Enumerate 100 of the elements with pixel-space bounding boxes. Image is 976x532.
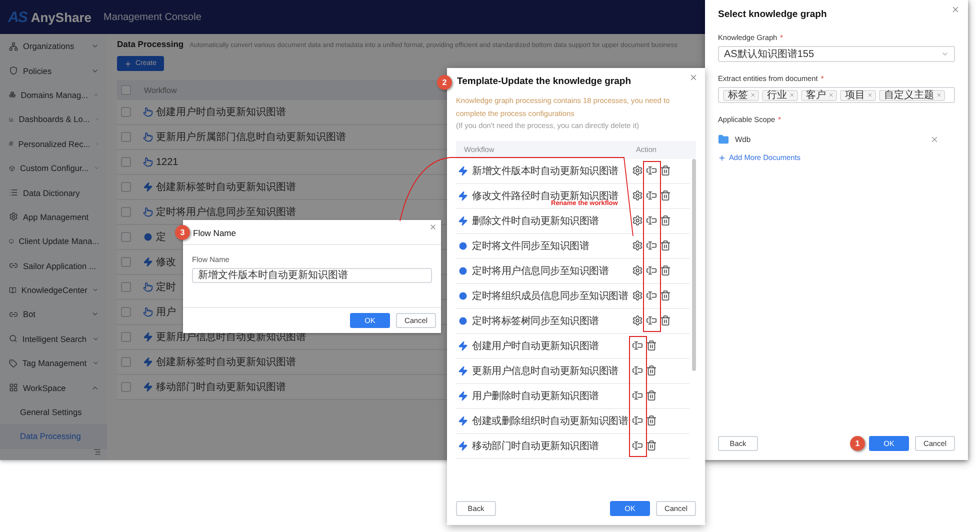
sidebar-item[interactable]: Data Dictionary <box>0 180 107 205</box>
close-button[interactable] <box>429 223 437 231</box>
delete-icon[interactable] <box>660 165 671 176</box>
sidebar-item[interactable]: Organizations <box>0 34 107 58</box>
sidebar-item[interactable]: Bot <box>0 302 107 327</box>
checkbox[interactable] <box>121 157 131 167</box>
shield-icon <box>9 66 18 76</box>
flow-name-input[interactable]: 新增文件版本时自动更新知识图谱 <box>192 268 432 283</box>
sidebar-item[interactable]: Intelligent Search <box>0 326 107 352</box>
delete-icon[interactable] <box>660 215 671 226</box>
workflow-name: 创建或删除组织时自动更新知识图谱 <box>472 414 630 428</box>
clock-icon <box>458 266 468 276</box>
checkbox[interactable] <box>121 357 131 367</box>
lightning-icon <box>458 166 468 176</box>
delete-icon[interactable] <box>646 365 657 376</box>
sidebar-item[interactable]: Policies <box>0 58 107 83</box>
sidebar-item[interactable]: Sailor Application ... <box>0 254 107 278</box>
folder-icon <box>718 134 729 145</box>
collapse-icon[interactable] <box>93 448 101 456</box>
rename-icon[interactable] <box>646 290 657 301</box>
lightning-icon <box>143 382 153 392</box>
checkbox[interactable] <box>121 107 131 117</box>
workflow-name: 删除文件时自动更新知识图谱 <box>472 214 600 228</box>
checkbox[interactable] <box>121 132 131 142</box>
remove-icon[interactable] <box>789 92 795 98</box>
sidebar-item[interactable]: Custom Configur... <box>0 156 107 180</box>
settings-icon[interactable] <box>632 215 643 226</box>
step-badge: 2 <box>437 75 452 90</box>
delete-icon[interactable] <box>660 240 671 251</box>
remove-icon[interactable] <box>867 92 873 98</box>
rename-icon[interactable] <box>646 265 657 276</box>
sidebar-item[interactable]: KnowledgeCenter <box>0 278 107 302</box>
delete-icon[interactable] <box>660 190 671 201</box>
rename-icon[interactable] <box>646 190 657 201</box>
page-title: Data Processing <box>117 39 184 49</box>
lightning-icon <box>458 216 468 226</box>
rename-icon[interactable] <box>646 240 657 251</box>
brand-name: AnyShare <box>30 10 92 24</box>
rename-icon[interactable] <box>632 365 643 376</box>
checkbox[interactable] <box>121 257 131 267</box>
clock-icon <box>458 240 468 250</box>
sidebar-subitem[interactable]: General Settings <box>0 400 107 424</box>
rename-icon[interactable] <box>632 415 643 426</box>
delete-icon[interactable] <box>646 440 657 451</box>
close-button[interactable] <box>951 5 960 14</box>
bar-chart-icon <box>9 114 14 124</box>
sidebar-item[interactable]: WorkSpace <box>0 375 107 400</box>
link-icon <box>9 310 18 319</box>
delete-icon[interactable] <box>646 390 657 401</box>
workflow-name: 更新用户信息时自动更新知识图谱 <box>472 364 620 378</box>
gear-icon <box>9 212 18 222</box>
delete-icon[interactable] <box>660 290 671 301</box>
rename-icon[interactable] <box>632 440 643 451</box>
remove-icon[interactable] <box>828 92 834 98</box>
brand-logo: AS <box>8 8 27 26</box>
rename-icon[interactable] <box>646 215 657 226</box>
sidebar-item[interactable]: App Management <box>0 204 107 230</box>
entity-tag-input[interactable]: 标签 行业 客户 项目 自定义主题 <box>718 87 955 103</box>
settings-icon[interactable] <box>632 290 643 301</box>
settings-icon[interactable] <box>632 315 643 326</box>
delete-icon[interactable] <box>646 415 657 426</box>
rename-icon[interactable] <box>632 390 643 401</box>
hand-pointer-icon <box>143 132 153 142</box>
settings-icon[interactable] <box>632 240 643 251</box>
lightning-icon <box>458 440 468 450</box>
delete-icon[interactable] <box>646 340 657 351</box>
sidebar-item[interactable]: Tag Management <box>0 351 107 376</box>
remove-icon[interactable] <box>750 92 756 98</box>
remove-icon[interactable] <box>930 135 939 144</box>
workflow-name: 用户删除时自动更新知识图谱 <box>472 390 600 402</box>
checkbox[interactable] <box>121 207 131 217</box>
delete-icon[interactable] <box>660 315 671 326</box>
plus-icon <box>718 154 726 162</box>
sidebar-item[interactable]: Domains Manag... <box>0 82 107 108</box>
rename-icon[interactable] <box>646 165 657 176</box>
remove-icon[interactable] <box>936 92 942 98</box>
workflow-name: 定时将用户信息同步至知识图谱 <box>472 264 610 278</box>
rename-icon[interactable] <box>646 315 657 326</box>
lightning-icon <box>143 257 153 267</box>
clock-icon <box>143 232 153 242</box>
settings-icon[interactable] <box>632 190 643 201</box>
sidebar-subitem[interactable]: Data Processing <box>0 424 107 449</box>
scrollbar[interactable] <box>692 158 696 370</box>
workflow-name: 用户 <box>156 306 176 319</box>
checkbox[interactable] <box>121 85 131 95</box>
checkbox[interactable] <box>121 332 131 342</box>
close-button[interactable] <box>689 73 698 82</box>
sidebar-item[interactable]: Dashboards & Lo... <box>0 107 107 132</box>
settings-icon[interactable] <box>632 265 643 276</box>
checkbox[interactable] <box>121 307 131 317</box>
sidebar-item[interactable]: Personalized Rec... <box>0 132 107 156</box>
graph-select[interactable]: AS默认知识图谱155 <box>718 46 955 62</box>
sidebar-item[interactable]: Client Update Mana... <box>0 229 107 254</box>
checkbox[interactable] <box>121 282 131 292</box>
checkbox[interactable] <box>121 232 131 242</box>
checkbox[interactable] <box>121 382 131 392</box>
checkbox[interactable] <box>121 182 131 192</box>
delete-icon[interactable] <box>660 265 671 276</box>
rename-icon[interactable] <box>632 340 643 351</box>
settings-icon[interactable] <box>632 165 643 176</box>
